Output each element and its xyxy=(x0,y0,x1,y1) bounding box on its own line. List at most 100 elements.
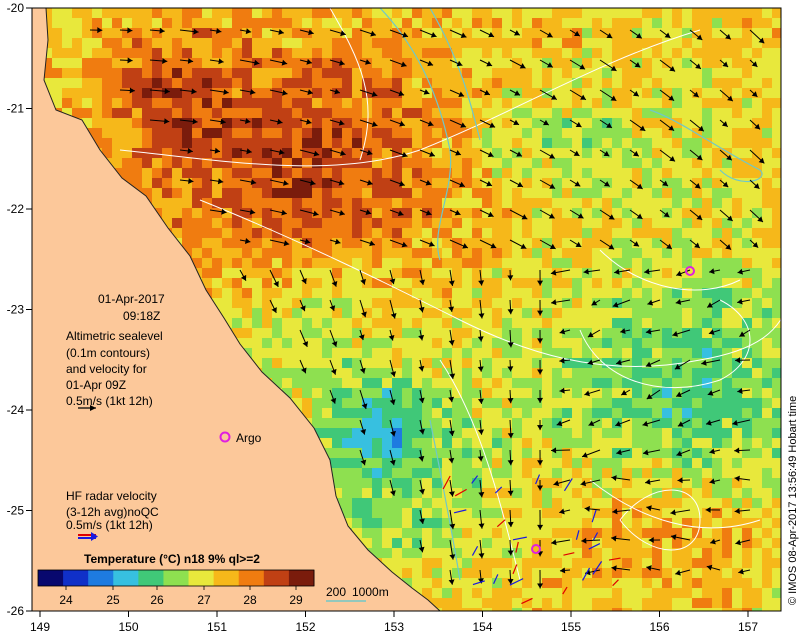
sst-cell xyxy=(712,128,722,138)
sst-cell xyxy=(622,468,632,478)
sst-cell xyxy=(372,268,382,278)
sst-cell xyxy=(622,208,632,218)
sst-cell xyxy=(702,98,712,108)
sst-cell xyxy=(512,528,522,538)
sst-cell xyxy=(292,148,302,158)
sst-cell xyxy=(522,248,532,258)
sst-cell xyxy=(362,68,372,78)
sst-cell xyxy=(152,58,162,68)
sst-cell xyxy=(252,318,262,328)
sst-cell xyxy=(622,148,632,158)
sst-cell xyxy=(282,248,292,258)
sst-cell xyxy=(372,218,382,228)
sst-cell xyxy=(512,518,522,528)
sst-cell xyxy=(572,358,582,368)
sst-cell xyxy=(162,38,172,48)
sst-cell xyxy=(272,218,282,228)
sst-cell xyxy=(422,558,432,568)
sst-cell xyxy=(562,278,572,288)
sst-cell xyxy=(722,428,732,438)
sst-cell xyxy=(152,138,162,148)
sst-cell xyxy=(532,608,542,611)
sst-cell xyxy=(662,378,672,388)
sst-cell xyxy=(372,288,382,298)
sst-cell xyxy=(762,128,772,138)
sst-cell xyxy=(442,348,452,358)
sst-cell xyxy=(172,18,182,28)
sst-cell xyxy=(742,178,752,188)
sst-cell xyxy=(662,568,672,578)
sst-cell xyxy=(482,228,492,238)
sst-cell xyxy=(432,268,442,278)
sst-cell xyxy=(552,558,562,568)
sst-cell xyxy=(442,318,452,328)
sst-cell xyxy=(262,48,272,58)
sst-cell xyxy=(642,598,652,608)
sst-cell xyxy=(562,288,572,298)
sst-cell xyxy=(412,18,422,28)
sst-cell xyxy=(402,558,412,568)
sst-cell xyxy=(722,578,732,588)
sst-cell xyxy=(502,498,512,508)
sst-cell xyxy=(142,78,152,88)
sst-cell xyxy=(342,438,352,448)
sst-cell xyxy=(482,318,492,328)
sst-cell xyxy=(272,78,282,88)
sst-cell xyxy=(422,38,432,48)
sst-cell xyxy=(432,228,442,238)
sst-cell xyxy=(382,108,392,118)
sst-cell xyxy=(452,288,462,298)
sst-cell xyxy=(542,188,552,198)
sst-cell xyxy=(762,398,772,408)
sst-cell xyxy=(572,348,582,358)
sst-cell xyxy=(662,188,672,198)
sst-cell xyxy=(742,58,752,68)
sst-cell xyxy=(402,198,412,208)
sst-cell xyxy=(732,438,742,448)
sst-cell xyxy=(752,368,762,378)
sst-cell xyxy=(362,38,372,48)
sst-cell xyxy=(642,58,652,68)
sst-cell xyxy=(382,228,392,238)
sst-cell xyxy=(172,138,182,148)
sst-cell xyxy=(742,38,752,48)
sst-cell xyxy=(502,378,512,388)
sst-cell xyxy=(282,278,292,288)
sst-cell xyxy=(192,228,202,238)
sst-cell xyxy=(212,88,222,98)
sst-cell xyxy=(712,38,722,48)
sst-cell xyxy=(632,108,642,118)
sst-cell xyxy=(642,318,652,328)
sst-cell xyxy=(402,458,412,468)
sst-cell xyxy=(692,48,702,58)
sst-cell xyxy=(572,288,582,298)
sst-cell xyxy=(322,118,332,128)
sst-cell xyxy=(562,318,572,328)
sst-cell xyxy=(302,108,312,118)
sst-cell xyxy=(652,288,662,298)
sst-cell xyxy=(212,118,222,128)
sst-cell xyxy=(172,168,182,178)
sst-cell xyxy=(152,148,162,158)
sst-cell xyxy=(682,328,692,338)
sst-cell xyxy=(742,308,752,318)
sst-cell xyxy=(242,108,252,118)
sst-cell xyxy=(252,108,262,118)
sst-cell xyxy=(572,128,582,138)
sst-cell xyxy=(352,228,362,238)
sst-cell xyxy=(652,388,662,398)
sst-cell xyxy=(392,48,402,58)
sst-cell xyxy=(572,278,582,288)
sst-cell xyxy=(412,258,422,268)
sst-cell xyxy=(382,198,392,208)
sst-cell xyxy=(602,588,612,598)
sst-cell xyxy=(152,18,162,28)
sst-cell xyxy=(392,228,402,238)
sst-cell xyxy=(752,388,762,398)
sst-cell xyxy=(512,198,522,208)
sst-cell xyxy=(632,518,642,528)
sst-cell xyxy=(742,458,752,468)
sst-cell xyxy=(752,438,762,448)
sst-cell xyxy=(662,228,672,238)
sst-cell xyxy=(142,38,152,48)
